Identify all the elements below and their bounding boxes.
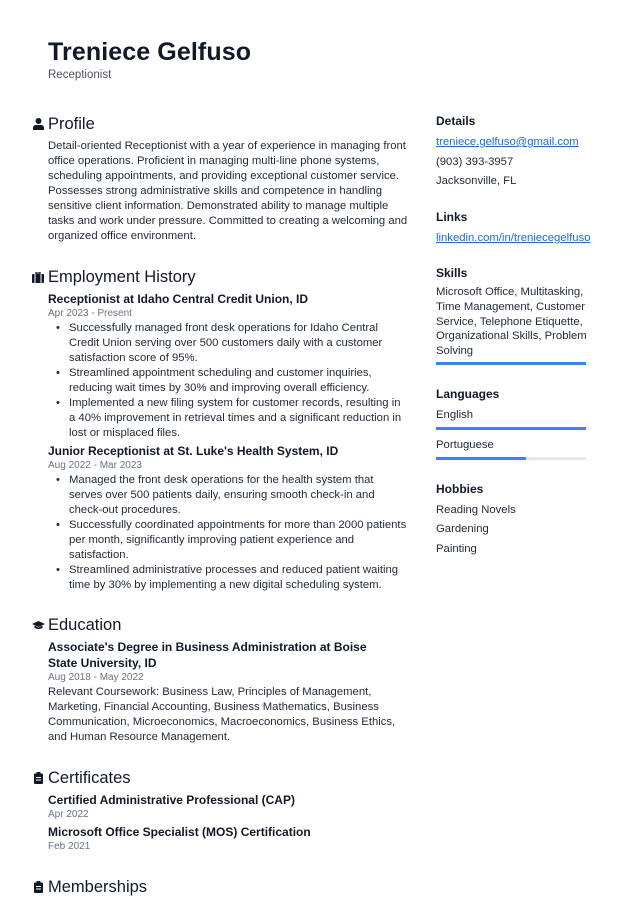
section-title: Certificates: [48, 768, 131, 787]
section-title: Memberships: [48, 877, 148, 896]
job-entry: Junior Receptionist at St. Luke's Health…: [48, 443, 408, 593]
bullet-item: Successfully coordinated appointments fo…: [56, 518, 408, 563]
employment-section: Employment History Receptionist at Idaho…: [28, 265, 408, 593]
job-dates: Aug 2022 - Mar 2023: [48, 460, 142, 471]
resume-header: Treniece Gelfuso Receptionist: [48, 36, 251, 82]
language-item: English: [436, 406, 588, 430]
certificate-title: Certified Administrative Professional (C…: [48, 793, 295, 807]
section-title: Profile: [48, 114, 95, 133]
language-name: English: [436, 408, 474, 421]
language-name: Portuguese: [436, 438, 494, 451]
job-entry: Receptionist at Idaho Central Credit Uni…: [48, 291, 408, 441]
hobbies-section: Hobbies Reading Novels Gardening Paintin…: [436, 480, 588, 560]
bullet-item: Implemented a new filing system for cust…: [56, 396, 408, 441]
phone-number: (903) 393-3957: [436, 155, 514, 168]
profile-section: Profile Detail-oriented Receptionist wit…: [28, 112, 408, 244]
education-description: Relevant Coursework: Business Law, Princ…: [48, 686, 396, 743]
education-dates: Aug 2018 - May 2022: [48, 672, 144, 683]
bullet-item: Successfully managed front desk operatio…: [56, 321, 408, 366]
candidate-name: Treniece Gelfuso: [48, 38, 252, 66]
main-column: Profile Detail-oriented Receptionist wit…: [28, 112, 408, 921]
clipboard-icon: [28, 772, 48, 784]
language-level-bar: [436, 426, 586, 430]
job-title: Receptionist at Idaho Central Credit Uni…: [48, 292, 309, 306]
certificate-entry: Microsoft Office Specialist (MOS) Certif…: [48, 824, 408, 854]
certificate-entry: Certified Administrative Professional (C…: [48, 792, 408, 822]
bullet-item: Streamlined appointment scheduling and c…: [56, 366, 408, 396]
candidate-role: Receptionist: [48, 69, 112, 81]
skills-section: Skills Microsoft Office, Multitasking, T…: [436, 264, 588, 365]
location: Jacksonville, FL: [436, 175, 517, 187]
skills-list: Microsoft Office, Multitasking, Time Man…: [436, 286, 587, 358]
graduation-cap-icon: [28, 620, 48, 630]
clipboard-icon: [28, 881, 48, 893]
certificate-date: Apr 2022: [48, 809, 89, 820]
side-section-title: Skills: [436, 266, 468, 280]
bullet-item: Streamlined administrative processes and…: [56, 563, 408, 593]
profile-summary: Detail-oriented Receptionist with a year…: [48, 140, 408, 242]
degree-title: Associate's Degree in Business Administr…: [48, 640, 367, 670]
job-dates: Apr 2023 - Present: [48, 308, 132, 319]
section-title: Education: [48, 615, 122, 634]
certificate-title: Microsoft Office Specialist (MOS) Certif…: [48, 825, 311, 839]
certificates-section: Certificates Certified Administrative Pr…: [28, 766, 408, 854]
email-link[interactable]: treniece.gelfuso@gmail.com: [436, 136, 579, 148]
job-bullets: Managed the front desk operations for th…: [48, 473, 408, 593]
side-section-title: Links: [436, 209, 468, 224]
user-icon: [28, 118, 48, 130]
sidebar: Details treniece.gelfuso@gmail.com (903)…: [436, 112, 590, 575]
skill-level-bar: [436, 361, 586, 365]
side-section-title: Languages: [436, 386, 500, 401]
certificate-date: Feb 2021: [48, 841, 91, 852]
memberships-section: Memberships: [28, 875, 408, 899]
education-entry: Associate's Degree in Business Administr…: [48, 639, 408, 745]
bullet-item: Managed the front desk operations for th…: [56, 473, 408, 518]
linkedin-link[interactable]: linkedin.com/in/treniecegelfuso: [436, 232, 590, 244]
briefcase-icon: [28, 271, 48, 283]
hobby-item: Painting: [436, 542, 477, 555]
hobby-item: Reading Novels: [436, 503, 516, 516]
language-level-fill: [436, 456, 526, 460]
side-section-title: Details: [436, 114, 476, 128]
language-item: Portuguese: [436, 436, 588, 460]
education-section: Education Associate's Degree in Business…: [28, 613, 408, 745]
side-section-title: Hobbies: [436, 481, 484, 496]
skill-level-fill: [436, 361, 586, 365]
job-title: Junior Receptionist at St. Luke's Health…: [48, 444, 339, 458]
links-section: Links linkedin.com/in/treniecegelfuso: [436, 208, 590, 249]
job-bullets: Successfully managed front desk operatio…: [48, 321, 408, 441]
section-title: Employment History: [48, 267, 196, 286]
language-level-bar: [436, 456, 586, 460]
languages-section: Languages English Portuguese: [436, 385, 588, 460]
hobby-item: Gardening: [436, 523, 489, 536]
details-section: Details treniece.gelfuso@gmail.com (903)…: [436, 112, 588, 192]
language-level-fill: [436, 426, 586, 430]
